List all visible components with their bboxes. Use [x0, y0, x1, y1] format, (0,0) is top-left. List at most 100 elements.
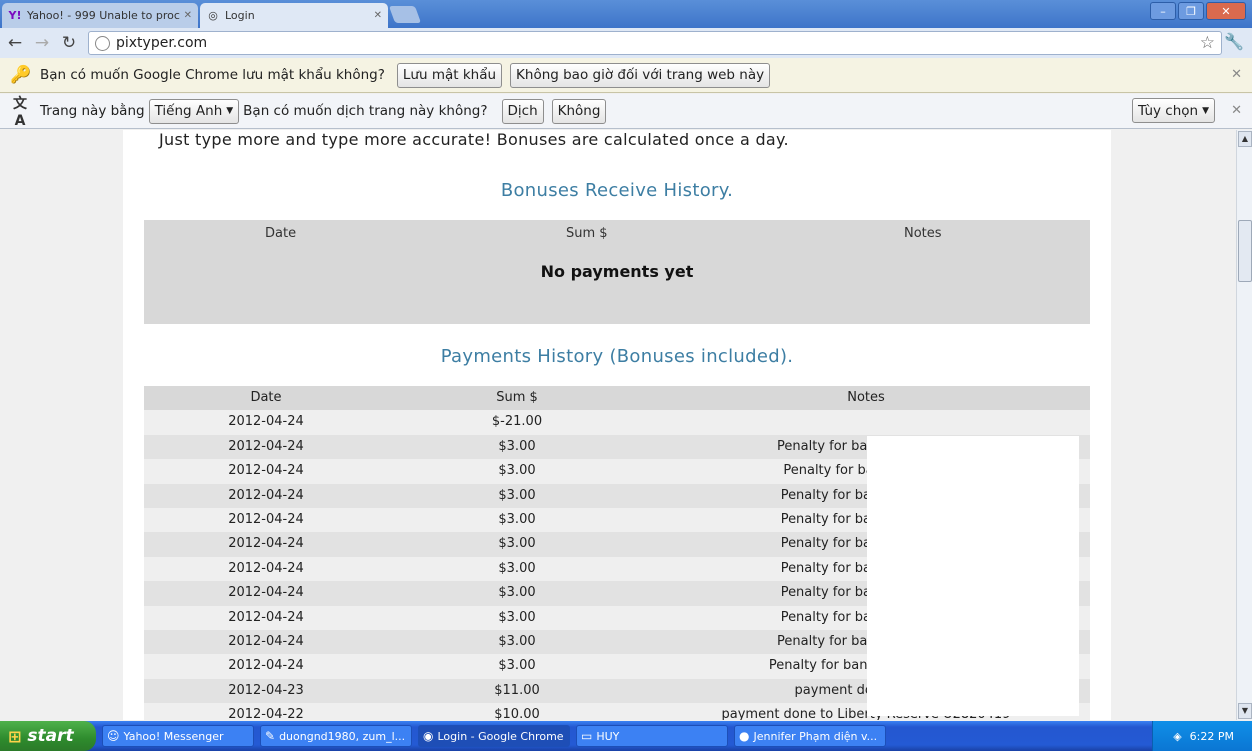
- page-viewport: Just type more and type more accurate! B…: [0, 130, 1236, 720]
- intro-text: Just type more and type more accurate! B…: [159, 130, 789, 149]
- table-header-row: Date Sum $ Notes: [144, 386, 1090, 411]
- wrench-menu-icon[interactable]: 🔧: [1224, 32, 1244, 51]
- window-controls: – ❐ ✕: [1150, 2, 1246, 20]
- save-password-button[interactable]: Lưu mật khẩu: [396, 62, 503, 88]
- cell-date: 2012-04-23: [228, 682, 304, 698]
- close-window-button[interactable]: ✕: [1206, 2, 1246, 20]
- browser-toolbar: ← → ↻ pixtyper.com ☆ 🔧: [0, 28, 1252, 58]
- cell-sum: $3.00: [498, 511, 536, 527]
- task-label: Jennifer Phạm diện v...: [753, 729, 878, 743]
- taskbar-item-firefox[interactable]: ● Jennifer Phạm diện v...: [734, 725, 886, 747]
- tab-login[interactable]: ◎ Login ✕: [200, 3, 388, 28]
- firefox-icon: ●: [739, 729, 750, 743]
- page-info-icon[interactable]: [95, 35, 110, 51]
- windows-logo-icon: ⊞: [8, 726, 22, 746]
- vertical-scrollbar[interactable]: ▲ ▼: [1236, 130, 1252, 720]
- cell-sum: $3.00: [498, 585, 536, 601]
- translate-icon: 文A: [13, 96, 27, 129]
- taskbar-item-chat[interactable]: ✎ duongnd1980, zum_l...: [260, 725, 412, 747]
- chevron-down-icon: ▼: [226, 106, 234, 116]
- windows-taskbar: ⊞ start ☺ Yahoo! Messenger ✎ duongnd1980…: [0, 721, 1252, 751]
- globe-icon: ◎: [208, 8, 218, 22]
- forward-button[interactable]: →: [30, 31, 54, 55]
- table-row: 2012-04-24 $-21.00: [144, 410, 1090, 435]
- cell-date: 2012-04-24: [228, 414, 304, 430]
- yahoo-icon: Y!: [8, 8, 22, 22]
- col-header-date: Date: [265, 226, 297, 241]
- bonus-history-table: Date Sum $ Notes No payments yet: [144, 220, 1090, 324]
- language-value: Tiếng Anh: [154, 103, 223, 119]
- key-icon: 🔑: [10, 65, 32, 85]
- scroll-down-arrow-icon[interactable]: ▼: [1238, 703, 1252, 719]
- page-content: Just type more and type more accurate! B…: [123, 130, 1111, 720]
- messenger-icon: ☺: [107, 729, 120, 743]
- close-infobar-icon[interactable]: ✕: [1231, 103, 1242, 118]
- empty-state: No payments yet: [540, 262, 694, 281]
- cell-date: 2012-04-24: [228, 585, 304, 601]
- cell-date: 2012-04-24: [228, 633, 304, 649]
- never-save-button[interactable]: Không bao giờ đối với trang web này: [510, 62, 771, 88]
- cell-sum: $3.00: [498, 487, 536, 503]
- translate-prefix: Trang này bằng: [40, 103, 145, 119]
- cell-date: 2012-04-22: [228, 707, 304, 720]
- cell-sum: $3.00: [498, 438, 536, 454]
- translate-question: Bạn có muốn dịch trang này không?: [243, 103, 488, 119]
- language-select[interactable]: Tiếng Anh ▼: [148, 98, 240, 124]
- options-button[interactable]: Tùy chọn ▼: [1132, 98, 1215, 123]
- cell-sum: $3.00: [498, 560, 536, 576]
- tab-title: Yahoo! - 999 Unable to proces: [27, 9, 180, 22]
- tab-yahoo[interactable]: Y! Yahoo! - 999 Unable to proces ✕: [2, 3, 198, 28]
- taskbar-item-chrome[interactable]: ◉ Login - Google Chrome: [418, 725, 570, 747]
- tab-close-icon[interactable]: ✕: [374, 10, 382, 21]
- back-button[interactable]: ←: [3, 31, 27, 55]
- cell-date: 2012-04-24: [228, 487, 304, 503]
- taskbar-item-messenger[interactable]: ☺ Yahoo! Messenger: [102, 725, 254, 747]
- scroll-up-arrow-icon[interactable]: ▲: [1238, 131, 1252, 147]
- tab-title: Login: [225, 9, 255, 22]
- cell-date: 2012-04-24: [228, 560, 304, 576]
- redaction-block: [867, 436, 1079, 716]
- cell-sum: $3.00: [498, 463, 536, 479]
- password-infobar: 🔑 Bạn có muốn Google Chrome lưu mật khẩu…: [0, 58, 1252, 93]
- cell-date: 2012-04-24: [228, 463, 304, 479]
- cell-date: 2012-04-24: [228, 658, 304, 674]
- no-translate-button[interactable]: Không: [551, 98, 607, 124]
- start-label: start: [27, 726, 74, 746]
- cell-date: 2012-04-24: [228, 536, 304, 552]
- chat-icon: ✎: [265, 729, 276, 743]
- minimize-button[interactable]: –: [1150, 2, 1176, 20]
- chevron-down-icon: ▼: [1202, 105, 1209, 116]
- cell-sum: $-21.00: [491, 414, 543, 430]
- task-label: Login - Google Chrome: [437, 729, 564, 743]
- system-tray: ◈ 6:22 PM: [1152, 721, 1252, 751]
- password-message: Bạn có muốn Google Chrome lưu mật khẩu k…: [40, 67, 385, 83]
- maximize-button[interactable]: ❐: [1178, 2, 1204, 20]
- network-icon[interactable]: ◈: [1173, 730, 1181, 743]
- new-tab-button[interactable]: [388, 6, 422, 23]
- clock: 6:22 PM: [1189, 729, 1234, 743]
- cell-sum: $3.00: [498, 633, 536, 649]
- col-header-notes: Notes: [847, 390, 885, 405]
- cell-sum: $3.00: [498, 536, 536, 552]
- address-bar[interactable]: pixtyper.com ☆: [88, 31, 1222, 55]
- task-label: Yahoo! Messenger: [123, 729, 224, 743]
- cell-sum: $3.00: [498, 658, 536, 674]
- translate-button[interactable]: Dịch: [501, 98, 544, 124]
- col-header-sum: Sum $: [496, 390, 538, 405]
- chrome-icon: ◉: [423, 729, 434, 743]
- cell-date: 2012-04-24: [228, 438, 304, 454]
- taskbar-item-folder[interactable]: ▭ HUY: [576, 725, 728, 747]
- col-header-sum: Sum $: [566, 226, 608, 241]
- reload-button[interactable]: ↻: [57, 31, 81, 55]
- cell-sum: $11.00: [494, 682, 540, 698]
- scrollbar-thumb[interactable]: [1238, 220, 1252, 282]
- translate-infobar: 文A Trang này bằng Tiếng Anh ▼ Bạn có muố…: [0, 94, 1252, 129]
- close-infobar-icon[interactable]: ✕: [1231, 67, 1242, 82]
- bookmark-star-icon[interactable]: ☆: [1200, 33, 1215, 53]
- task-label: HUY: [596, 729, 620, 743]
- url-text: pixtyper.com: [116, 35, 208, 51]
- folder-icon: ▭: [581, 729, 593, 743]
- start-button[interactable]: ⊞ start: [0, 721, 96, 751]
- cell-sum: $10.00: [494, 707, 540, 720]
- tab-close-icon[interactable]: ✕: [184, 10, 192, 21]
